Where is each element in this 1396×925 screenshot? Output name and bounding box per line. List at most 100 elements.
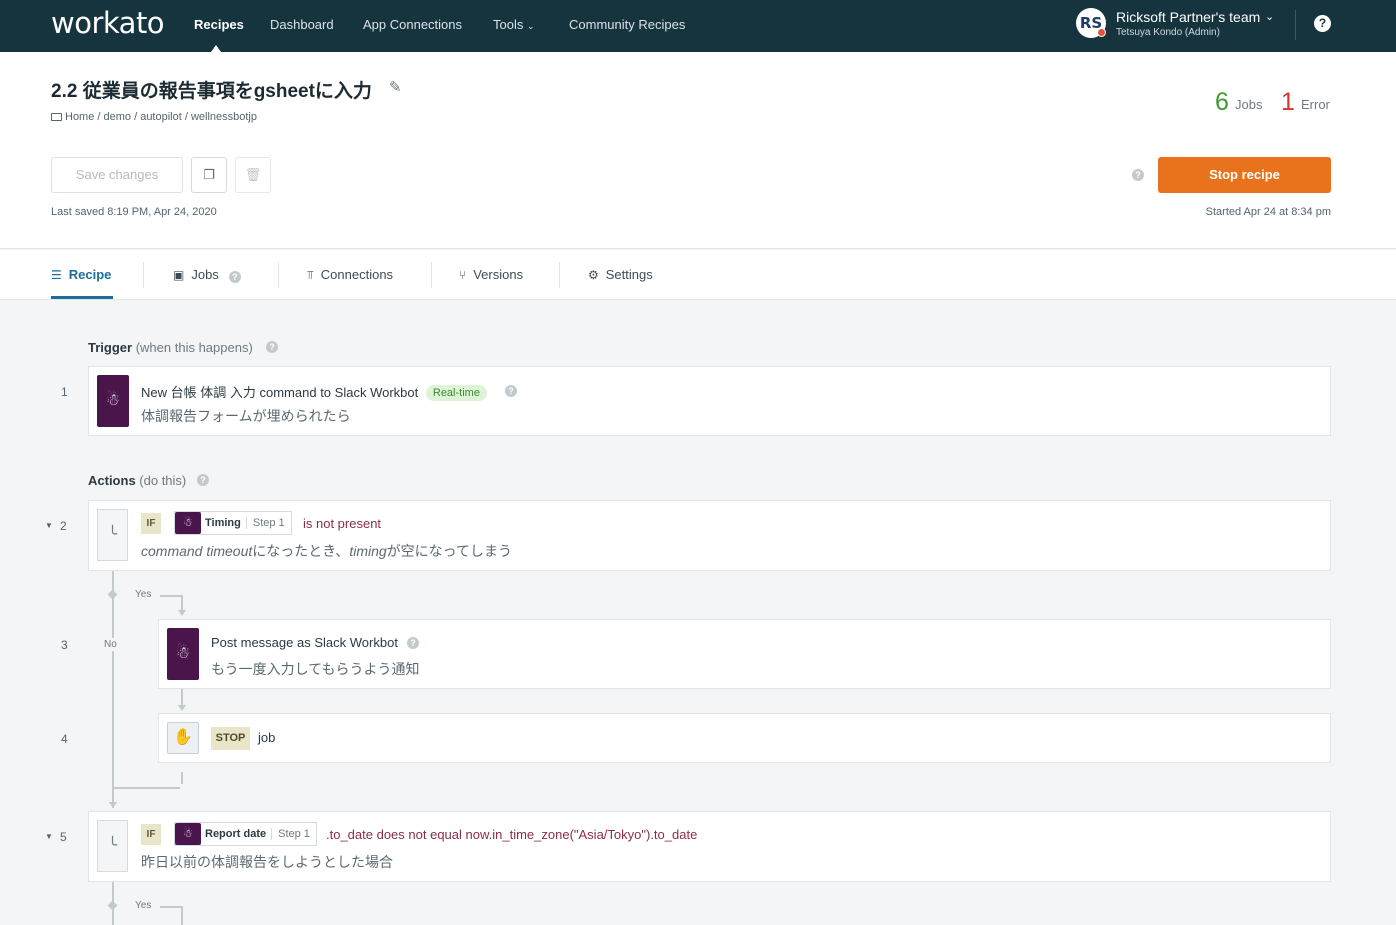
team-user: Tetsuya Kondo (Admin) xyxy=(1116,27,1220,38)
step-description: 昨日以前の体調報告をしようとした場合 xyxy=(141,854,393,870)
branch-line xyxy=(160,906,182,908)
condition-text: is not present xyxy=(303,516,382,531)
tab-jobs[interactable]: ▣ Jobs? xyxy=(173,267,241,283)
step-number: 4 xyxy=(61,732,68,746)
branch-node xyxy=(107,589,118,600)
help-icon[interactable]: ? xyxy=(197,474,209,486)
collapse-toggle-icon[interactable]: ▼ xyxy=(45,832,53,841)
copy-icon[interactable]: ❐ xyxy=(191,157,227,193)
breadcrumb-path[interactable]: Home / demo / autopilot / wellnessbotjp xyxy=(65,111,257,123)
tab-recipe-label: Recipe xyxy=(68,267,112,282)
team-name[interactable]: Ricksoft Partner's team xyxy=(1116,9,1260,25)
save-changes-button[interactable]: Save changes xyxy=(51,157,183,193)
recipe-title: 2.2 従業員の報告事項をgsheetに入力 xyxy=(51,81,372,102)
branch-line xyxy=(112,571,114,808)
arrow-down-icon xyxy=(178,610,186,616)
tab-recipe[interactable]: ☰ Recipe xyxy=(51,267,111,282)
nav-recipes[interactable]: Recipes xyxy=(194,17,244,32)
breadcrumb[interactable]: Home / demo / autopilot / wellnessbotjp xyxy=(51,111,257,123)
edit-pencil-icon[interactable]: ✎ xyxy=(389,78,402,96)
help-icon[interactable]: ? xyxy=(228,271,241,283)
condition-branch-icon: ╰ xyxy=(97,820,128,872)
slack-workbot-icon: ☃ xyxy=(97,375,129,427)
chevron-down-icon: ⌄ xyxy=(526,21,535,31)
branch-line xyxy=(181,772,183,784)
chevron-down-icon[interactable]: ⌄ xyxy=(1265,10,1274,23)
branch-icon: ⑂ xyxy=(459,268,467,282)
step-description: command timeoutになったとき、timingが空になってしまう xyxy=(141,543,512,559)
tab-divider xyxy=(278,262,279,288)
branch-line xyxy=(181,689,183,706)
nav-tools[interactable]: Tools ⌄ xyxy=(493,17,535,32)
tab-divider xyxy=(559,262,560,288)
trigger-summary: New 台帳 体調 入力 command to Slack Workbot Re… xyxy=(141,382,487,401)
nav-app-connections[interactable]: App Connections xyxy=(363,17,462,32)
branch-line xyxy=(160,595,182,597)
datapill-timing[interactable]: ☃ Timing Step 1 xyxy=(174,511,292,535)
last-saved: Last saved 8:19 PM, Apr 24, 2020 xyxy=(51,206,217,218)
collapse-toggle-icon[interactable]: ▼ xyxy=(45,521,53,530)
nav-community-recipes[interactable]: Community Recipes xyxy=(569,17,685,32)
no-label: No xyxy=(104,638,117,651)
tab-settings[interactable]: ⚙ Settings xyxy=(588,267,653,282)
condition-text: .to_date does not equal now.in_time_zone… xyxy=(326,827,698,842)
branch-line xyxy=(181,906,183,925)
datapill-report-date[interactable]: ☃ Report date Step 1 xyxy=(174,822,317,846)
arrow-down-icon xyxy=(178,705,186,711)
branch-line xyxy=(112,787,180,789)
jobs-icon: ▣ xyxy=(173,268,185,282)
stop-text: job xyxy=(258,730,276,745)
tab-bar: ☰ Recipe ▣ Jobs? ⫪ Connections ⑂ Versions ⚙ S… xyxy=(0,250,1396,300)
help-icon[interactable]: ? xyxy=(407,637,419,649)
top-nav: workato Recipes Dashboard App Connection… xyxy=(0,0,1396,52)
jobs-label[interactable]: Jobs xyxy=(1235,97,1262,112)
stop-step-card[interactable] xyxy=(158,713,1331,763)
error-count[interactable]: 1 xyxy=(1281,88,1295,117)
active-nav-indicator xyxy=(211,45,221,52)
step-number: 5 xyxy=(60,830,67,844)
tab-connections[interactable]: ⫪ Connections xyxy=(307,267,393,283)
slack-workbot-icon: ☃ xyxy=(167,628,199,680)
trigger-label: Trigger (when this happens) xyxy=(88,340,253,355)
tab-versions[interactable]: ⑂ Versions xyxy=(459,267,523,282)
workato-logo[interactable]: workato xyxy=(51,6,165,40)
yes-label: Yes xyxy=(135,900,152,911)
trash-icon[interactable]: 🗑 xyxy=(235,157,271,193)
step-number: 1 xyxy=(61,385,68,399)
tab-settings-label: Settings xyxy=(605,267,653,282)
step-description: もう一度入力してもらうよう通知 xyxy=(211,661,420,677)
trigger-description: 体調報告フォームが埋められたら xyxy=(141,408,351,424)
help-icon[interactable]: ? xyxy=(1132,169,1144,181)
branch-node xyxy=(107,900,118,911)
tab-jobs-label: Jobs xyxy=(191,267,219,282)
yes-label: Yes xyxy=(135,589,152,600)
tab-divider xyxy=(143,262,144,288)
if-badge: IF xyxy=(141,513,161,534)
step-summary: Post message as Slack Workbot xyxy=(211,635,398,650)
help-icon[interactable]: ? xyxy=(1314,15,1331,32)
slack-workbot-icon: ☃ xyxy=(175,512,201,534)
help-icon[interactable]: ? xyxy=(266,341,278,353)
gear-icon: ⚙ xyxy=(588,268,599,282)
stop-badge: STOP xyxy=(211,727,250,750)
realtime-badge: Real-time xyxy=(425,385,487,401)
error-label[interactable]: Error xyxy=(1301,97,1330,112)
folder-icon xyxy=(51,113,62,121)
recipe-icon: ☰ xyxy=(51,268,62,282)
nav-dashboard[interactable]: Dashboard xyxy=(270,17,334,32)
started-time: Started Apr 24 at 8:34 pm xyxy=(1205,206,1331,218)
stop-hand-icon: ✋ xyxy=(167,722,199,754)
plug-icon: ⫪ xyxy=(307,268,314,282)
help-icon[interactable]: ? xyxy=(505,385,517,397)
stop-recipe-button[interactable]: Stop recipe xyxy=(1158,157,1331,193)
actions-label: Actions (do this) xyxy=(88,473,187,488)
if-badge: IF xyxy=(141,824,161,845)
nav-divider xyxy=(1295,10,1296,40)
branch-line xyxy=(181,595,183,611)
step-number: 3 xyxy=(61,638,68,652)
condition-branch-icon: ╰ xyxy=(97,509,128,561)
tab-versions-label: Versions xyxy=(473,267,524,282)
slack-workbot-icon: ☃ xyxy=(175,823,201,845)
jobs-count[interactable]: 6 xyxy=(1215,88,1229,117)
tab-divider xyxy=(431,262,432,288)
